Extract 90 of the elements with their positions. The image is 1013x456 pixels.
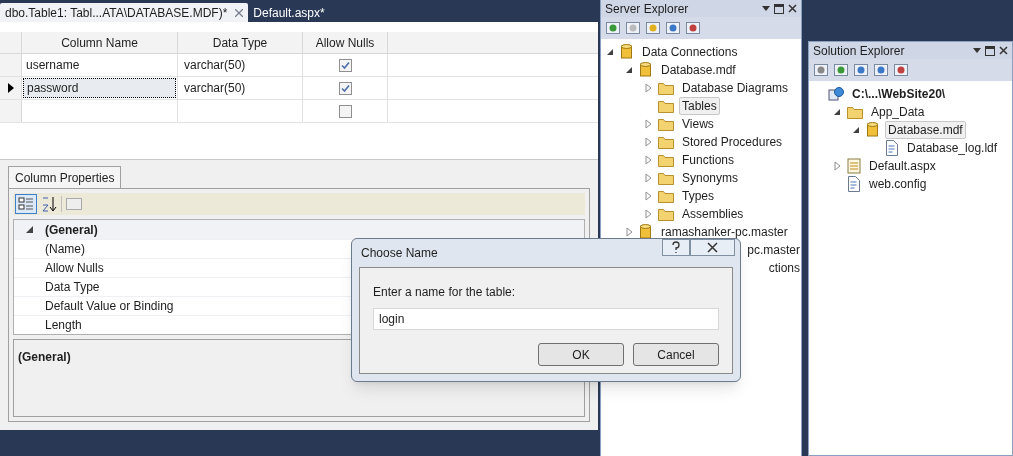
dialog-title: Choose Name	[360, 245, 438, 262]
file-icon	[847, 176, 861, 192]
row-header[interactable]	[0, 77, 22, 99]
tree-item[interactable]: Views	[679, 115, 717, 133]
database-icon	[620, 44, 634, 60]
folder-icon	[658, 81, 674, 95]
tree-item[interactable]: pc.master	[747, 242, 800, 258]
expand-arrow-icon[interactable]	[832, 161, 842, 171]
property-name[interactable]: (Name)	[45, 240, 85, 258]
collapse-arrow-icon[interactable]	[624, 65, 634, 75]
tree-item[interactable]: C:\...\WebSite20\	[849, 85, 949, 103]
collapse-arrow-icon[interactable]	[26, 226, 33, 233]
column-header[interactable]: Data Type	[178, 32, 303, 53]
tree-item[interactable]: Database.mdf	[658, 61, 739, 79]
checkbox[interactable]	[338, 81, 352, 95]
maximize-icon[interactable]	[985, 45, 995, 56]
current-row-icon	[7, 83, 14, 93]
collapse-arrow-icon[interactable]	[605, 47, 615, 57]
file-icon	[885, 140, 899, 156]
tree-item[interactable]: Database Diagrams	[679, 79, 792, 97]
property-name[interactable]: Length	[45, 316, 82, 334]
folder-icon	[658, 171, 674, 185]
collapse-arrow-icon[interactable]	[832, 107, 842, 117]
expand-arrow-icon[interactable]	[643, 119, 653, 129]
prompt-label: Enter a name for the table:	[373, 284, 517, 301]
expand-arrow-icon[interactable]	[643, 155, 653, 165]
tree-item[interactable]: Synonyms	[679, 169, 742, 187]
checkbox[interactable]	[338, 58, 352, 72]
expand-arrow-icon[interactable]	[643, 191, 653, 201]
column-header[interactable]: Column Name	[22, 32, 178, 53]
website-icon	[828, 86, 844, 102]
tree-item[interactable]: Stored Procedures	[679, 133, 786, 151]
expand-arrow-icon[interactable]	[643, 209, 653, 219]
database-icon	[639, 224, 653, 240]
sort-az-icon[interactable]	[40, 195, 58, 213]
expand-arrow-icon[interactable]	[643, 83, 653, 93]
close-icon[interactable]	[690, 239, 735, 256]
panel-title: Solution Explorer	[813, 43, 905, 58]
name-input[interactable]: login	[373, 308, 719, 330]
tree-item[interactable]: Types	[679, 187, 717, 205]
property-name[interactable]: Allow Nulls	[45, 259, 104, 277]
property-name[interactable]: Default Value or Binding	[45, 297, 174, 315]
table-cell[interactable]: varchar(50)	[178, 54, 303, 76]
property-name[interactable]: Data Type	[45, 278, 100, 296]
page-icon	[847, 158, 861, 174]
description-title: (General)	[18, 350, 71, 364]
help-icon[interactable]	[662, 239, 690, 256]
database-icon	[639, 62, 653, 78]
tree-item[interactable]: ctions	[768, 260, 800, 276]
close-icon[interactable]	[999, 46, 1008, 55]
dialog-button[interactable]: Cancel	[633, 343, 719, 366]
tree-item[interactable]: App_Data	[868, 103, 928, 121]
dropdown-icon[interactable]	[973, 47, 981, 54]
folder-icon	[847, 105, 863, 119]
categorized-icon[interactable]	[15, 194, 37, 214]
expand-arrow-icon[interactable]	[624, 227, 634, 237]
table-cell[interactable]: username	[23, 55, 176, 75]
document-tab[interactable]: dbo.Table1: Tabl...ATA\DATABASE.MDF)*	[0, 3, 249, 22]
dialog-button[interactable]: OK	[538, 343, 624, 366]
maximize-icon[interactable]	[774, 3, 784, 14]
dropdown-icon[interactable]	[762, 5, 770, 12]
tree-item[interactable]: Assemblies	[679, 205, 747, 223]
database-icon	[866, 122, 880, 138]
table-cell[interactable]: varchar(50)	[178, 77, 303, 99]
folder-icon	[658, 135, 674, 149]
table-cell[interactable]: password	[23, 78, 176, 98]
tree-item[interactable]: Data Connections	[639, 43, 741, 61]
folder-icon	[658, 117, 674, 131]
tree-item[interactable]: Default.aspx	[866, 157, 939, 175]
category-label: (General)	[45, 221, 98, 239]
expand-arrow-icon[interactable]	[643, 137, 653, 147]
document-tab[interactable]: Default.aspx*	[248, 3, 330, 22]
tree-item[interactable]: Functions	[679, 151, 738, 169]
column-header[interactable]: Allow Nulls	[303, 32, 388, 53]
properties-tab[interactable]: Column Properties	[8, 166, 122, 188]
tree-item[interactable]: Database.mdf	[885, 121, 966, 139]
checkbox[interactable]	[338, 104, 352, 118]
folder-icon	[658, 153, 674, 167]
panel-title: Server Explorer	[605, 1, 689, 16]
collapse-arrow-icon[interactable]	[851, 125, 861, 135]
tree-item[interactable]: Database_log.ldf	[904, 139, 1001, 157]
tree-item[interactable]: Tables	[679, 97, 720, 115]
property-pages-icon[interactable]	[65, 196, 83, 212]
folder-icon	[658, 207, 674, 221]
expand-arrow-icon[interactable]	[643, 173, 653, 183]
close-icon[interactable]	[788, 4, 797, 13]
tree-item[interactable]: ramashanker-pc.master	[658, 223, 791, 241]
tree-item[interactable]: web.config	[866, 175, 930, 193]
folder-icon	[658, 99, 674, 113]
folder-icon	[658, 189, 674, 203]
